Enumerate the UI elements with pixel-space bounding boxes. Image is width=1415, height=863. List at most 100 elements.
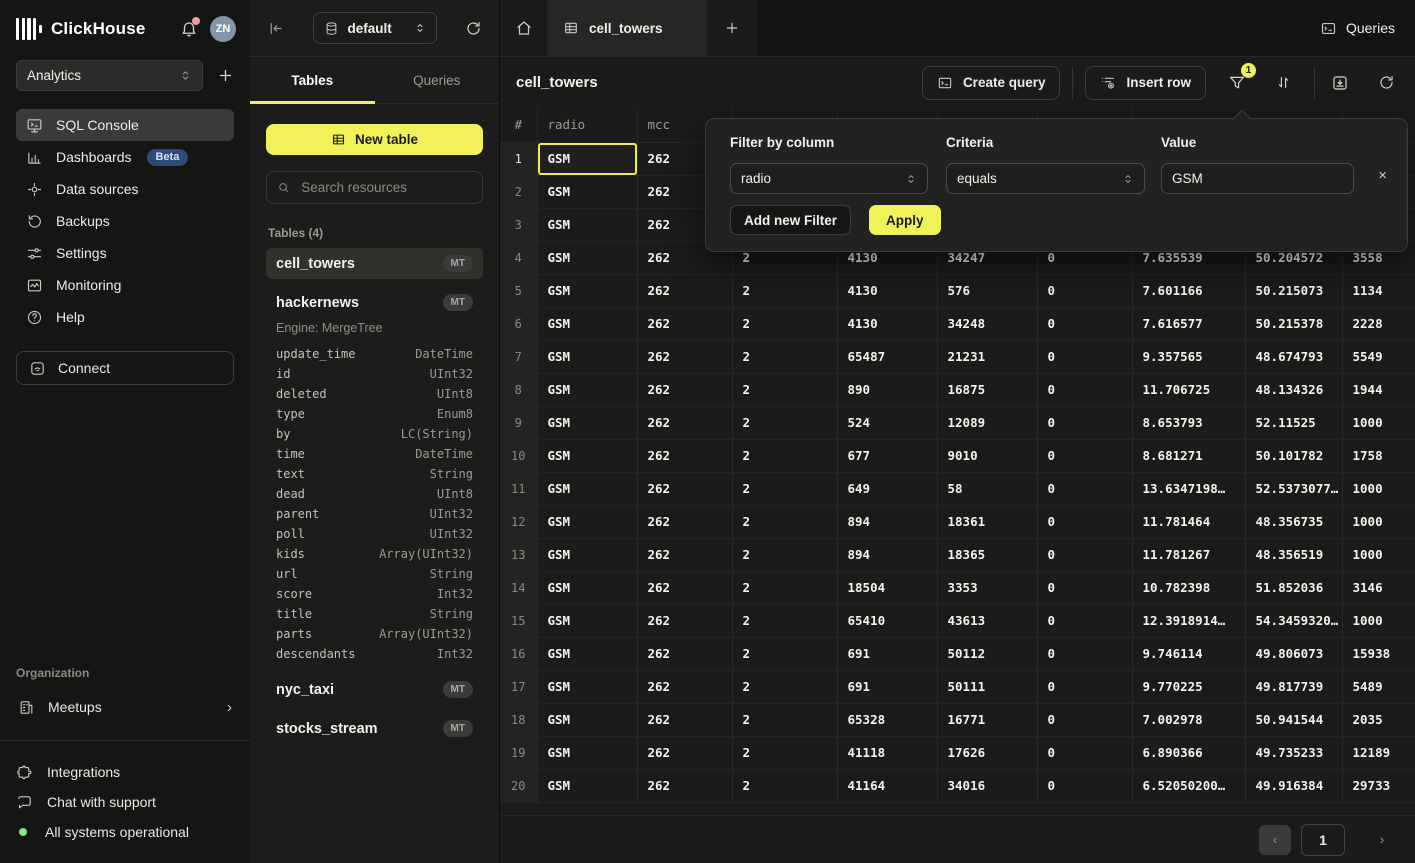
table-cell[interactable]: 2035 xyxy=(1342,703,1415,736)
sort-button[interactable] xyxy=(1270,70,1296,96)
table-cell[interactable]: 51.852036 xyxy=(1245,571,1342,604)
table-cell[interactable]: GSM xyxy=(537,340,637,373)
table-cell[interactable]: 1000 xyxy=(1342,538,1415,571)
table-cell[interactable]: 50.941544 xyxy=(1245,703,1342,736)
table-cell[interactable]: 15938 xyxy=(1342,637,1415,670)
table-cell[interactable]: 2 xyxy=(732,538,837,571)
table-cell[interactable]: 50111 xyxy=(937,670,1037,703)
table-cell[interactable]: 10.782398 xyxy=(1132,571,1245,604)
table-cell[interactable]: GSM xyxy=(537,769,637,802)
table-cell[interactable]: 50.101782 xyxy=(1245,439,1342,472)
table-cell[interactable]: GSM xyxy=(537,736,637,769)
table-cell[interactable]: 4130 xyxy=(837,307,937,340)
connect-button[interactable]: Connect xyxy=(16,351,234,385)
table-cell[interactable]: GSM xyxy=(537,571,637,604)
table-cell[interactable]: 52.5373077… xyxy=(1245,472,1342,505)
table-cell[interactable]: 262 xyxy=(637,637,732,670)
table-cell[interactable]: 8.681271 xyxy=(1132,439,1245,472)
table-cell[interactable]: 0 xyxy=(1037,769,1132,802)
table-cell[interactable]: 1000 xyxy=(1342,472,1415,505)
table-cell[interactable]: 1000 xyxy=(1342,604,1415,637)
table-cell[interactable]: GSM xyxy=(537,538,637,571)
system-status[interactable]: All systems operational xyxy=(16,817,234,847)
notifications-bell-icon[interactable] xyxy=(180,20,198,38)
sidebar-item-dashboards[interactable]: Dashboards Beta xyxy=(16,141,234,173)
table-cell[interactable]: 2 xyxy=(732,472,837,505)
table-cell[interactable]: 262 xyxy=(637,604,732,637)
filter-column-select[interactable]: radio xyxy=(730,163,928,194)
table-cell[interactable]: GSM xyxy=(537,439,637,472)
table-cell[interactable]: GSM xyxy=(537,175,637,208)
table-cell[interactable]: 262 xyxy=(637,736,732,769)
table-item-stocks-stream[interactable]: stocks_stream MT xyxy=(266,713,483,744)
table-cell[interactable]: 691 xyxy=(837,637,937,670)
table-cell[interactable]: 0 xyxy=(1037,703,1132,736)
table-cell[interactable]: 894 xyxy=(837,538,937,571)
table-cell[interactable]: 3146 xyxy=(1342,571,1415,604)
current-page-indicator[interactable]: 1 xyxy=(1301,824,1345,856)
table-cell[interactable]: 8.653793 xyxy=(1132,406,1245,439)
table-cell[interactable]: 2 xyxy=(732,406,837,439)
table-cell[interactable]: 17626 xyxy=(937,736,1037,769)
table-item-cell-towers[interactable]: cell_towers MT xyxy=(266,248,483,279)
table-cell[interactable]: 12189 xyxy=(1342,736,1415,769)
user-avatar[interactable]: ZN xyxy=(210,16,236,42)
table-cell[interactable]: 5489 xyxy=(1342,670,1415,703)
table-cell[interactable]: 262 xyxy=(637,307,732,340)
new-table-button[interactable]: New table xyxy=(266,124,483,155)
queries-button[interactable]: Queries xyxy=(1320,20,1395,37)
table-cell[interactable]: 1134 xyxy=(1342,274,1415,307)
collapse-panel-icon[interactable] xyxy=(267,20,284,37)
column-header[interactable]: radio xyxy=(537,108,637,142)
sidebar-item-help[interactable]: Help xyxy=(16,301,234,333)
sidebar-item-sql-console[interactable]: SQL Console xyxy=(16,109,234,141)
table-cell[interactable]: 7.601166 xyxy=(1132,274,1245,307)
table-cell[interactable]: 41164 xyxy=(837,769,937,802)
table-cell[interactable]: 1000 xyxy=(1342,505,1415,538)
tab-tables[interactable]: Tables xyxy=(250,57,375,103)
table-cell[interactable]: 65410 xyxy=(837,604,937,637)
table-cell[interactable]: 11.781267 xyxy=(1132,538,1245,571)
table-cell[interactable]: GSM xyxy=(537,472,637,505)
table-item-hackernews[interactable]: hackernews MT xyxy=(266,287,483,318)
table-cell[interactable]: 262 xyxy=(637,274,732,307)
table-cell[interactable]: 34016 xyxy=(937,769,1037,802)
table-cell[interactable]: 2 xyxy=(732,505,837,538)
table-cell[interactable]: 9.770225 xyxy=(1132,670,1245,703)
table-cell[interactable]: 0 xyxy=(1037,472,1132,505)
add-workspace-button[interactable] xyxy=(217,67,234,84)
table-cell[interactable]: 649 xyxy=(837,472,937,505)
table-cell[interactable]: 2 xyxy=(732,604,837,637)
table-cell[interactable]: GSM xyxy=(537,208,637,241)
table-cell[interactable]: 52.11525 xyxy=(1245,406,1342,439)
table-cell[interactable]: 9010 xyxy=(937,439,1037,472)
table-cell[interactable]: 262 xyxy=(637,505,732,538)
table-cell[interactable]: 2 xyxy=(732,769,837,802)
table-cell[interactable]: 12.3918914… xyxy=(1132,604,1245,637)
table-cell[interactable]: 2 xyxy=(732,373,837,406)
table-cell[interactable]: 43613 xyxy=(937,604,1037,637)
table-cell[interactable]: 9.746114 xyxy=(1132,637,1245,670)
new-tab-button[interactable] xyxy=(707,0,757,56)
table-cell[interactable]: 1944 xyxy=(1342,373,1415,406)
table-cell[interactable]: 2 xyxy=(732,274,837,307)
add-new-filter-button[interactable]: Add new Filter xyxy=(730,205,851,235)
table-cell[interactable]: 894 xyxy=(837,505,937,538)
table-item-nyc-taxi[interactable]: nyc_taxi MT xyxy=(266,674,483,705)
table-cell[interactable]: 677 xyxy=(837,439,937,472)
table-cell[interactable]: 524 xyxy=(837,406,937,439)
table-cell[interactable]: 7.616577 xyxy=(1132,307,1245,340)
table-cell[interactable]: 48.674793 xyxy=(1245,340,1342,373)
table-cell[interactable]: 29733 xyxy=(1342,769,1415,802)
table-cell[interactable]: 262 xyxy=(637,472,732,505)
table-cell[interactable]: 262 xyxy=(637,406,732,439)
table-cell[interactable]: 48.356735 xyxy=(1245,505,1342,538)
table-cell[interactable]: GSM xyxy=(537,241,637,274)
insert-row-button[interactable]: Insert row xyxy=(1085,66,1206,100)
table-cell[interactable]: 890 xyxy=(837,373,937,406)
table-cell[interactable]: 262 xyxy=(637,439,732,472)
table-cell[interactable]: 262 xyxy=(637,340,732,373)
table-cell[interactable]: 2228 xyxy=(1342,307,1415,340)
table-cell[interactable]: 21231 xyxy=(937,340,1037,373)
table-cell[interactable]: 0 xyxy=(1037,736,1132,769)
